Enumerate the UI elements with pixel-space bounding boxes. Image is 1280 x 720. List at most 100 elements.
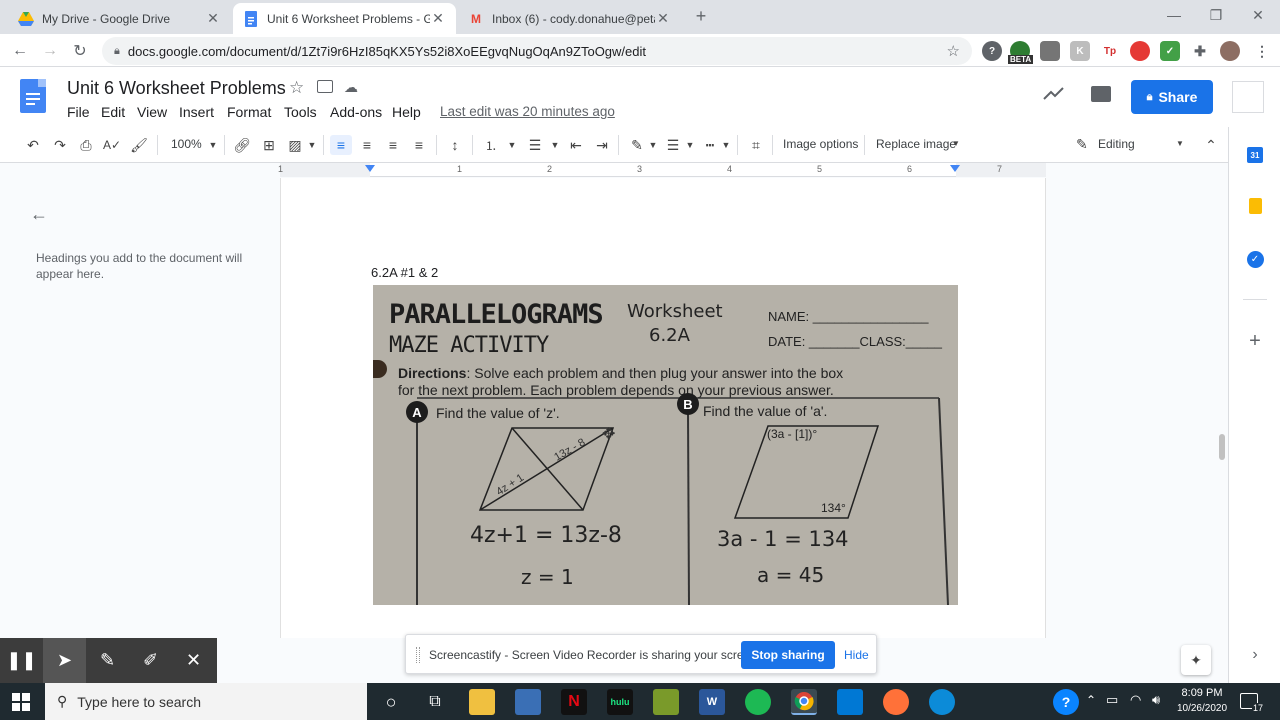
minecraft-icon[interactable]: [653, 689, 679, 715]
expand-panel-chevron-icon[interactable]: ›: [1241, 641, 1269, 669]
redo-icon[interactable]: ↷: [49, 135, 71, 155]
cursor-icon[interactable]: ➤: [43, 638, 86, 683]
undo-icon[interactable]: ↶: [22, 135, 44, 155]
pen-icon[interactable]: ✎: [86, 638, 129, 683]
cloud-status-icon[interactable]: ☁︎: [344, 79, 358, 96]
screencastify-extension-icon[interactable]: [1130, 41, 1150, 61]
close-icon[interactable]: ✕: [430, 10, 446, 27]
numbered-list-icon[interactable]: ⒈: [480, 135, 502, 155]
tasks-icon[interactable]: ✓: [1241, 245, 1269, 273]
stop-sharing-button[interactable]: Stop sharing: [741, 641, 835, 669]
menu-edit[interactable]: Edit: [101, 104, 125, 120]
taskbar-search-box[interactable]: ⚲ Type here to search: [45, 683, 367, 720]
activity-trend-icon[interactable]: [1043, 85, 1065, 106]
tab-unit-6-worksheet[interactable]: Unit 6 Worksheet Problems - Go ✕: [233, 3, 456, 34]
account-avatar[interactable]: [1232, 81, 1264, 113]
move-folder-icon[interactable]: [317, 80, 333, 93]
chevron-down-icon[interactable]: ▼: [642, 135, 664, 155]
menu-format[interactable]: Format: [227, 104, 271, 120]
align-justify-icon[interactable]: ≡: [408, 135, 430, 155]
help-icon[interactable]: ?: [1053, 689, 1079, 715]
back-arrow-icon[interactable]: ←: [8, 39, 32, 63]
maximize-icon[interactable]: ❐: [1194, 0, 1238, 30]
increase-indent-icon[interactable]: ⇥: [591, 135, 613, 155]
image-options-button[interactable]: Image options: [783, 137, 858, 151]
line-spacing-icon[interactable]: ↕: [444, 135, 466, 155]
chevron-down-icon[interactable]: ▼: [679, 135, 701, 155]
zoom-select[interactable]: 100%: [171, 137, 202, 151]
file-explorer-icon[interactable]: [469, 689, 495, 715]
menu-file[interactable]: File: [67, 104, 90, 120]
more-vert-icon[interactable]: ⋮: [1252, 41, 1272, 61]
menu-insert[interactable]: Insert: [179, 104, 214, 120]
chrome-icon[interactable]: [791, 689, 817, 715]
menu-tools[interactable]: Tools: [284, 104, 317, 120]
bookmark-star-icon[interactable]: ☆: [947, 42, 960, 60]
tab-gmail-inbox[interactable]: M Inbox (6) - cody.donahue@petal ✕: [458, 3, 681, 34]
menu-help[interactable]: Help: [392, 104, 421, 120]
volume-icon[interactable]: 🔊︎: [1152, 692, 1160, 708]
worksheet-image[interactable]: PARALLELOGRAMS MAZE ACTIVITY Worksheet 6…: [373, 285, 958, 605]
left-indent-marker[interactable]: [365, 165, 375, 172]
windows-start-icon[interactable]: [12, 693, 30, 711]
close-icon[interactable]: ✕: [655, 10, 671, 27]
spotify-icon[interactable]: [745, 689, 771, 715]
battery-icon[interactable]: ▭: [1106, 692, 1118, 708]
chevron-down-icon[interactable]: ▼: [544, 135, 566, 155]
minimize-icon[interactable]: —: [1152, 0, 1196, 30]
right-indent-marker[interactable]: [950, 165, 960, 172]
ruler[interactable]: 1 1 2 3 4 5 6 7: [278, 163, 1046, 177]
replace-image-button[interactable]: Replace image: [876, 137, 956, 151]
decrease-indent-icon[interactable]: ⇤: [565, 135, 587, 155]
avatar[interactable]: [1220, 41, 1240, 61]
k-extension-icon[interactable]: K: [1070, 41, 1090, 61]
drag-handle-icon[interactable]: [416, 647, 420, 663]
calendar-icon[interactable]: 31: [1241, 141, 1269, 169]
paint-format-icon[interactable]: 🖌︎: [128, 135, 150, 155]
clock-date[interactable]: 10/26/2020: [1172, 703, 1232, 714]
docs-home-icon[interactable]: [20, 79, 46, 113]
menu-view[interactable]: View: [137, 104, 167, 120]
link-icon[interactable]: 🔗︎: [231, 135, 253, 155]
chevron-down-icon[interactable]: ▼: [501, 135, 523, 155]
chevron-down-icon[interactable]: ▼: [202, 135, 224, 155]
star-icon[interactable]: ☆: [289, 78, 304, 98]
cloud-extension-icon[interactable]: [1040, 41, 1060, 61]
calendar-app-icon[interactable]: [837, 689, 863, 715]
close-toolbar-icon[interactable]: ✕: [172, 638, 215, 683]
align-right-icon[interactable]: ≡: [382, 135, 404, 155]
tab-my-drive[interactable]: My Drive - Google Drive ✕: [8, 3, 231, 34]
clock-time[interactable]: 8:09 PM: [1172, 687, 1232, 699]
align-center-icon[interactable]: ≡: [356, 135, 378, 155]
add-addon-plus-icon[interactable]: +: [1241, 327, 1269, 355]
explore-icon[interactable]: ✦: [1181, 645, 1211, 675]
address-bar[interactable]: 🔒︎ docs.google.com/document/d/1Zt7i9r6Hz…: [102, 37, 972, 65]
editing-mode-select[interactable]: Editing: [1098, 137, 1135, 151]
green-extension-icon[interactable]: ✓: [1160, 41, 1180, 61]
share-button[interactable]: 🔒︎ Share: [1131, 80, 1213, 114]
comments-icon[interactable]: [1091, 86, 1111, 102]
chevron-down-icon[interactable]: ▼: [301, 135, 323, 155]
new-tab-plus-icon[interactable]: +: [690, 6, 712, 28]
tp-extension-icon[interactable]: Tp: [1100, 41, 1120, 61]
collapse-menu-icon[interactable]: ⌃: [1200, 135, 1222, 155]
task-view-icon[interactable]: ⧉: [422, 689, 448, 715]
align-left-icon[interactable]: ≡: [330, 135, 352, 155]
scrollbar-thumb[interactable]: [1219, 434, 1225, 460]
menu-add-ons[interactable]: Add-ons: [330, 104, 382, 120]
last-edit-link[interactable]: Last edit was 20 minutes ago: [440, 104, 615, 119]
print-icon[interactable]: ⎙: [75, 135, 97, 155]
extension-icon[interactable]: ?: [982, 41, 1002, 61]
forward-arrow-icon[interactable]: →: [38, 39, 62, 63]
wifi-icon[interactable]: ◠: [1130, 692, 1141, 708]
show-hidden-icons-chevron-icon[interactable]: ⌃: [1086, 693, 1096, 707]
document-page[interactable]: 6.2A #1 & 2 PARALLELOGRAMS MAZE ACTIVITY…: [280, 178, 1046, 638]
reload-icon[interactable]: ↻: [68, 39, 92, 63]
hide-button[interactable]: Hide: [844, 648, 869, 662]
puzzle-icon[interactable]: ✚: [1190, 41, 1210, 61]
highlighter-icon[interactable]: ✐: [129, 638, 172, 683]
netflix-icon[interactable]: N: [561, 689, 587, 715]
spellcheck-icon[interactable]: A✓: [101, 135, 123, 155]
firefox-icon[interactable]: [883, 689, 909, 715]
document-title[interactable]: Unit 6 Worksheet Problems: [67, 78, 286, 99]
